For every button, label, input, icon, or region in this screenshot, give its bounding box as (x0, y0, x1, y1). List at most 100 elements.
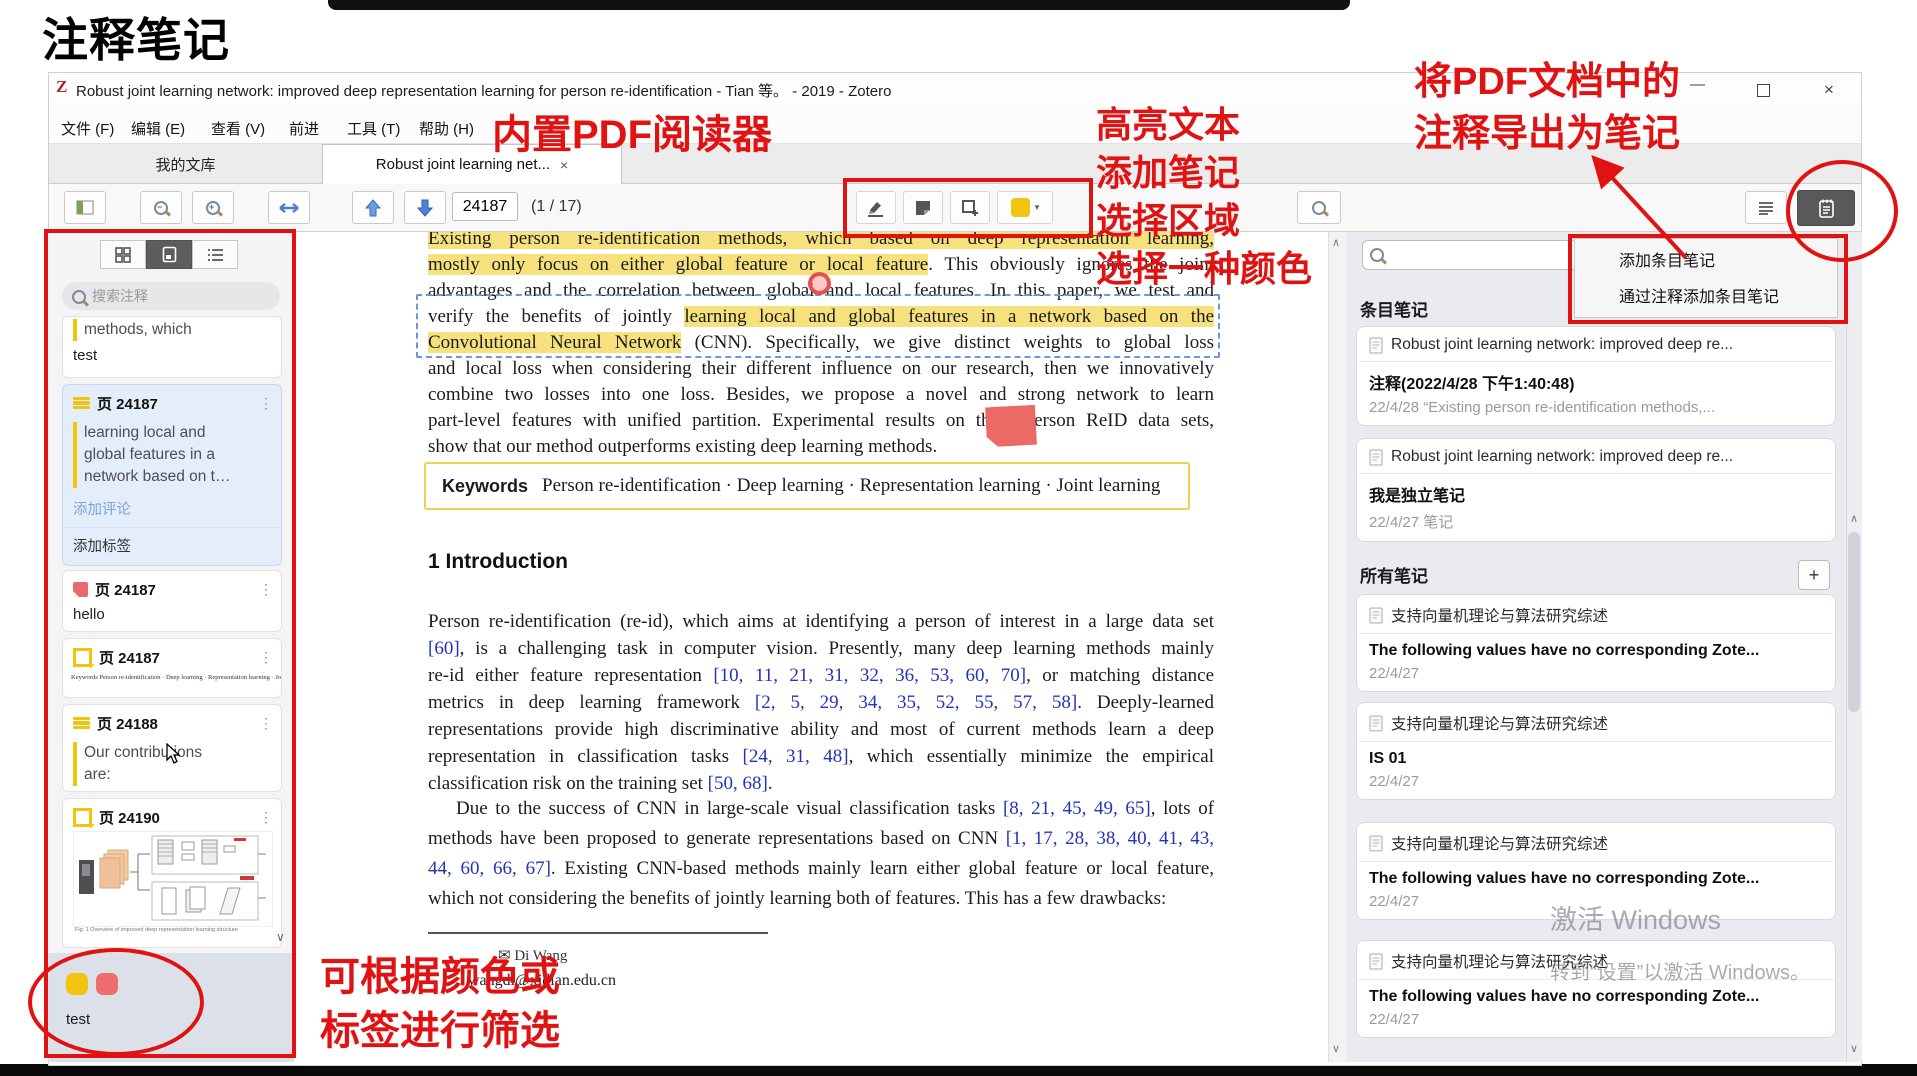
citation-link[interactable]: [10, 11, 21, 31, 32, 36, 53, 60, 70] (713, 665, 1026, 686)
menu-forward[interactable]: 前进 (289, 118, 319, 139)
pdf-text-line: re-id either feature representation [10,… (428, 665, 1215, 686)
zoom-in-button[interactable]: + (192, 191, 234, 224)
pdf-text-line: 44, 60, 66, 67]. Existing CNN-based meth… (428, 858, 1215, 879)
add-note-button[interactable]: + (1798, 560, 1830, 590)
pdf-text-line: combine two losses into one loss. Beside… (428, 384, 1214, 405)
note-card[interactable]: 支持向量机理论与算法研究综述 IS 01 22/4/27 (1356, 702, 1836, 800)
note-meta: 22/4/27 (1369, 773, 1420, 790)
tutorial-arrow (1591, 155, 1688, 260)
citation-link[interactable]: [24, 31, 48] (743, 746, 849, 767)
keywords-label: Keywords (442, 475, 529, 496)
pdf-text-line: [60], is a challenging task in computer … (428, 638, 1214, 659)
highlight-annotation[interactable]: mostly only focus on either global featu… (428, 254, 929, 275)
pdf-paragraph: Due to the success of CNN in large-scale… (428, 794, 1214, 914)
tutorial-label-add-note: 添加笔记 (1096, 152, 1241, 193)
annotations-view-button[interactable] (1745, 191, 1787, 224)
note-title: The following values have no correspondi… (1369, 642, 1760, 659)
video-progress-bar (328, 0, 1350, 10)
note-parent-title: Robust joint learning network: improved … (1391, 448, 1734, 465)
toggle-sidebar-button[interactable] (64, 191, 106, 224)
pdf-text-line: which not considering the benefits of jo… (428, 888, 1167, 909)
windows-watermark: 激活 Windows (1550, 905, 1722, 935)
pdf-text-line: metrics in deep learning framework [2, 5… (428, 692, 1214, 713)
close-button[interactable]: × (1824, 80, 1834, 100)
citation-link[interactable]: [8, 21, 45, 49, 65] (1003, 798, 1151, 819)
keywords-text: Person re-identification · Deep learning… (542, 475, 1161, 496)
note-card[interactable]: Robust joint learning network: improved … (1356, 438, 1836, 542)
pdf-text-line: and local loss when considering their di… (428, 358, 1214, 379)
arrow-down-icon (417, 199, 433, 217)
scroll-up-icon[interactable]: ∧ (1332, 236, 1340, 249)
arrow-up-icon (365, 198, 381, 216)
page-title: 注释笔记 (42, 14, 230, 66)
tutorial-circle-notes-button (1786, 160, 1898, 262)
note-parent-title: 支持向量机理论与算法研究综述 (1391, 608, 1609, 625)
notes-scrollbar-thumb[interactable] (1848, 532, 1860, 712)
note-meta: 22/4/27 (1369, 1011, 1420, 1028)
page-number-input[interactable] (452, 192, 518, 221)
sidebar-icon (76, 200, 94, 215)
note-doc-icon (1369, 835, 1383, 851)
menu-help[interactable]: 帮助 (H) (419, 118, 474, 139)
scroll-down-icon[interactable]: ∨ (1332, 1042, 1340, 1055)
tutorial-label-pick-color: 选择一种颜色 (1096, 248, 1313, 289)
pdf-text-line: Person re-identification (re-id), which … (428, 611, 1214, 632)
find-in-document-button[interactable] (1297, 191, 1341, 224)
tutorial-box-annotation-tools (843, 178, 1093, 238)
tab-my-library[interactable]: 我的文库 (49, 144, 322, 184)
note-parent-title: 支持向量机理论与算法研究综述 (1391, 716, 1609, 733)
scroll-up-icon[interactable]: ∧ (1850, 512, 1858, 525)
zoom-out-button[interactable]: − (140, 191, 182, 224)
fit-width-button[interactable] (268, 191, 310, 224)
next-page-button[interactable] (404, 191, 446, 224)
pdf-scrollbar[interactable]: ∧ ∨ (1328, 232, 1346, 1062)
menu-file[interactable]: 文件 (F) (61, 118, 114, 139)
minimize-button[interactable]: — (1690, 76, 1705, 93)
item-notes-header: 条目笔记 (1360, 301, 1428, 320)
pdf-text-line: part-level features with unified partiti… (428, 410, 1214, 431)
citation-link[interactable]: [2, 5, 29, 34, 35, 52, 55, 57, 58] (755, 692, 1077, 713)
tutorial-label-builtin-reader: 内置PDF阅读器 (492, 113, 772, 157)
window-title: Robust joint learning network: improved … (76, 83, 892, 100)
pdf-text-line: show that our method outperforms existin… (428, 436, 938, 457)
sticky-note-annotation[interactable] (985, 405, 1037, 448)
maximize-button[interactable] (1757, 84, 1770, 97)
note-card[interactable]: Robust joint learning network: improved … (1356, 326, 1836, 426)
note-title: 我是独立笔记 (1369, 488, 1466, 505)
text-selection-rect (416, 294, 1220, 358)
tutorial-label-export-line2: 注释导出为笔记 (1414, 113, 1681, 155)
note-doc-icon (1369, 449, 1383, 465)
note-doc-icon (1369, 607, 1383, 623)
all-notes-header: 所有笔记 (1360, 567, 1428, 586)
note-card[interactable]: 支持向量机理论与算法研究综述 The following values have… (1356, 940, 1836, 1038)
tutorial-label-select-area: 选择区域 (1096, 200, 1241, 241)
note-title: 注释(2022/4/28 下午1:40:48) (1369, 376, 1575, 393)
note-doc-icon (1369, 953, 1383, 969)
notes-panel: 添加条目笔记 通过注释添加条目笔记 条目笔记 Robust joint lear… (1346, 232, 1862, 1062)
note-card[interactable]: 支持向量机理论与算法研究综述 The following values have… (1356, 594, 1836, 692)
citation-link[interactable]: 44, 60, 66, 67] (428, 858, 551, 879)
scroll-down-icon[interactable]: ∨ (1850, 1042, 1858, 1055)
note-meta: 22/4/27 (1369, 665, 1420, 682)
page-count-label: (1 / 17) (531, 198, 582, 215)
search-icon (1312, 200, 1326, 215)
notes-search-input[interactable] (1362, 240, 1578, 270)
menu-tools[interactable]: 工具 (T) (347, 118, 400, 139)
citation-link[interactable]: [1, 17, 28, 38, 40, 41, 43, (1006, 828, 1214, 849)
pdf-page-view[interactable]: Existing person re-identification method… (294, 232, 1328, 1062)
annotation-dot-marker[interactable] (808, 272, 831, 295)
tutorial-circle-filter (28, 948, 204, 1056)
menu-view[interactable]: 查看 (V) (211, 118, 265, 139)
previous-page-button[interactable] (352, 191, 394, 224)
pdf-text-line: classification risk on the training set … (428, 773, 773, 794)
citation-link[interactable]: [50, 68] (708, 773, 768, 794)
citation-link[interactable]: [60] (428, 638, 460, 659)
note-title: The following values have no correspondi… (1369, 870, 1760, 887)
tutorial-label-filter-line1: 可根据颜色或 (320, 955, 560, 999)
windows-watermark-line2: 转到“设置”以激活 Windows。 (1550, 962, 1811, 984)
fit-width-icon (279, 202, 299, 213)
zotero-logo: Z (56, 77, 68, 96)
tutorial-label-export-line1: 将PDF文档中的 (1414, 61, 1681, 103)
menu-edit[interactable]: 编辑 (E) (131, 118, 185, 139)
zoom-out-icon: − (154, 200, 168, 215)
